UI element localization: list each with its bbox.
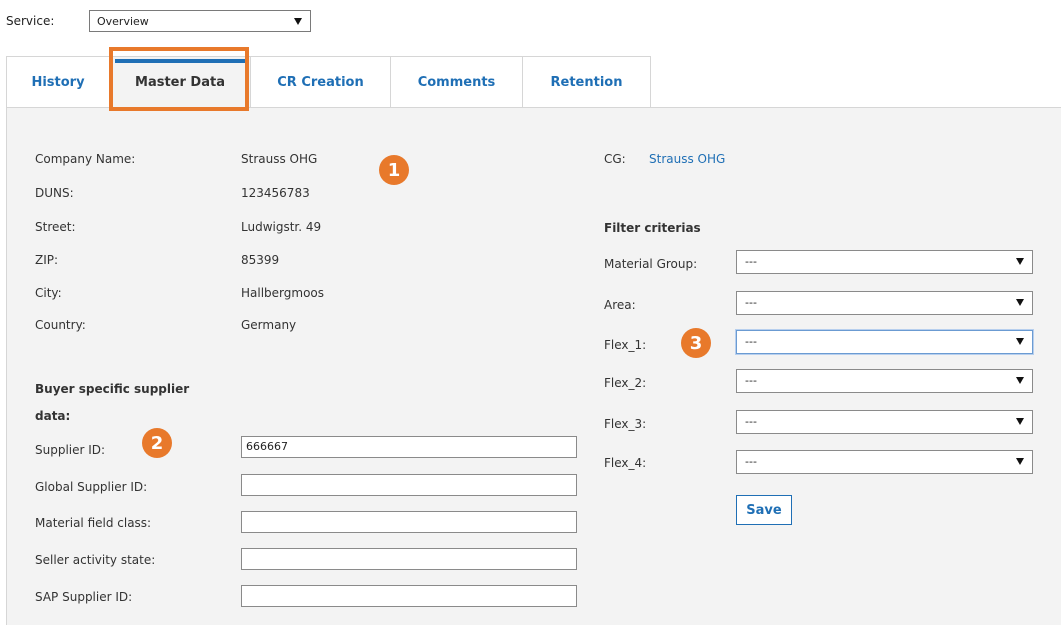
flex1-select[interactable]: ---: [736, 330, 1033, 354]
chevron-down-icon: [1016, 418, 1024, 425]
tab-master-data[interactable]: Master Data: [109, 56, 250, 107]
material-field-class-label: Material field class:: [35, 516, 152, 530]
buyer-section-heading-line2: data:: [35, 409, 71, 423]
area-select-value: ---: [745, 296, 757, 309]
chevron-down-icon: [294, 18, 302, 25]
flex4-select[interactable]: ---: [736, 450, 1033, 474]
street-value: Ludwigstr. 49: [241, 220, 322, 234]
callout-badge-2: 2: [142, 428, 172, 458]
callout-badge-3: 3: [681, 328, 711, 358]
flex3-select[interactable]: ---: [736, 410, 1033, 434]
material-group-select-value: ---: [745, 255, 757, 268]
area-label: Area:: [604, 298, 636, 312]
buyer-section-heading-line1: Buyer specific supplier: [35, 382, 190, 396]
flex1-select-value: ---: [745, 335, 757, 348]
save-button[interactable]: Save: [736, 495, 792, 525]
flex3-label: Flex_3:: [604, 417, 647, 431]
tab-bar: History Master Data CR Creation Comments…: [6, 56, 651, 107]
global-supplier-id-label: Global Supplier ID:: [35, 480, 148, 494]
cg-label: CG:: [604, 152, 626, 166]
seller-activity-state-input[interactable]: [241, 548, 577, 570]
flex1-label: Flex_1:: [604, 338, 647, 352]
material-field-class-input[interactable]: [241, 511, 577, 533]
supplier-id-label: Supplier ID:: [35, 443, 106, 457]
company-name-label: Company Name:: [35, 152, 136, 166]
country-value: Germany: [241, 318, 297, 332]
flex4-select-value: ---: [745, 455, 757, 468]
country-label: Country:: [35, 318, 86, 332]
chevron-down-icon: [1016, 338, 1024, 345]
street-label: Street:: [35, 220, 76, 234]
callout-badge-1: 1: [379, 155, 409, 185]
chevron-down-icon: [1016, 458, 1024, 465]
chevron-down-icon: [1016, 299, 1024, 306]
sap-supplier-id-input[interactable]: [241, 585, 577, 607]
material-group-label: Material Group:: [604, 257, 698, 271]
global-supplier-id-input[interactable]: [241, 474, 577, 496]
company-name-value: Strauss OHG: [241, 152, 318, 166]
flex4-label: Flex_4:: [604, 456, 647, 470]
sap-supplier-id-label: SAP Supplier ID:: [35, 590, 133, 604]
flex2-label: Flex_2:: [604, 376, 647, 390]
service-select-value: Overview: [97, 15, 149, 28]
duns-value: 123456783: [241, 186, 310, 200]
tab-cr-creation[interactable]: CR Creation: [250, 56, 390, 107]
material-group-select[interactable]: ---: [736, 250, 1033, 274]
tab-history[interactable]: History: [6, 56, 109, 107]
cg-link[interactable]: Strauss OHG: [649, 152, 725, 166]
supplier-id-input[interactable]: 666667: [241, 436, 577, 458]
city-label: City:: [35, 286, 62, 300]
filter-criterias-heading: Filter criterias: [604, 221, 701, 235]
chevron-down-icon: [1016, 377, 1024, 384]
tab-comments[interactable]: Comments: [390, 56, 522, 107]
city-value: Hallbergmoos: [241, 286, 325, 300]
service-select[interactable]: Overview: [89, 10, 311, 32]
zip-label: ZIP:: [35, 253, 59, 267]
area-select[interactable]: ---: [736, 291, 1033, 315]
flex2-select-value: ---: [745, 374, 757, 387]
duns-label: DUNS:: [35, 186, 74, 200]
seller-activity-state-label: Seller activity state:: [35, 553, 156, 567]
flex3-select-value: ---: [745, 415, 757, 428]
service-label: Service:: [6, 14, 55, 28]
zip-value: 85399: [241, 253, 280, 267]
chevron-down-icon: [1016, 258, 1024, 265]
tab-retention[interactable]: Retention: [522, 56, 651, 107]
flex2-select[interactable]: ---: [736, 369, 1033, 393]
